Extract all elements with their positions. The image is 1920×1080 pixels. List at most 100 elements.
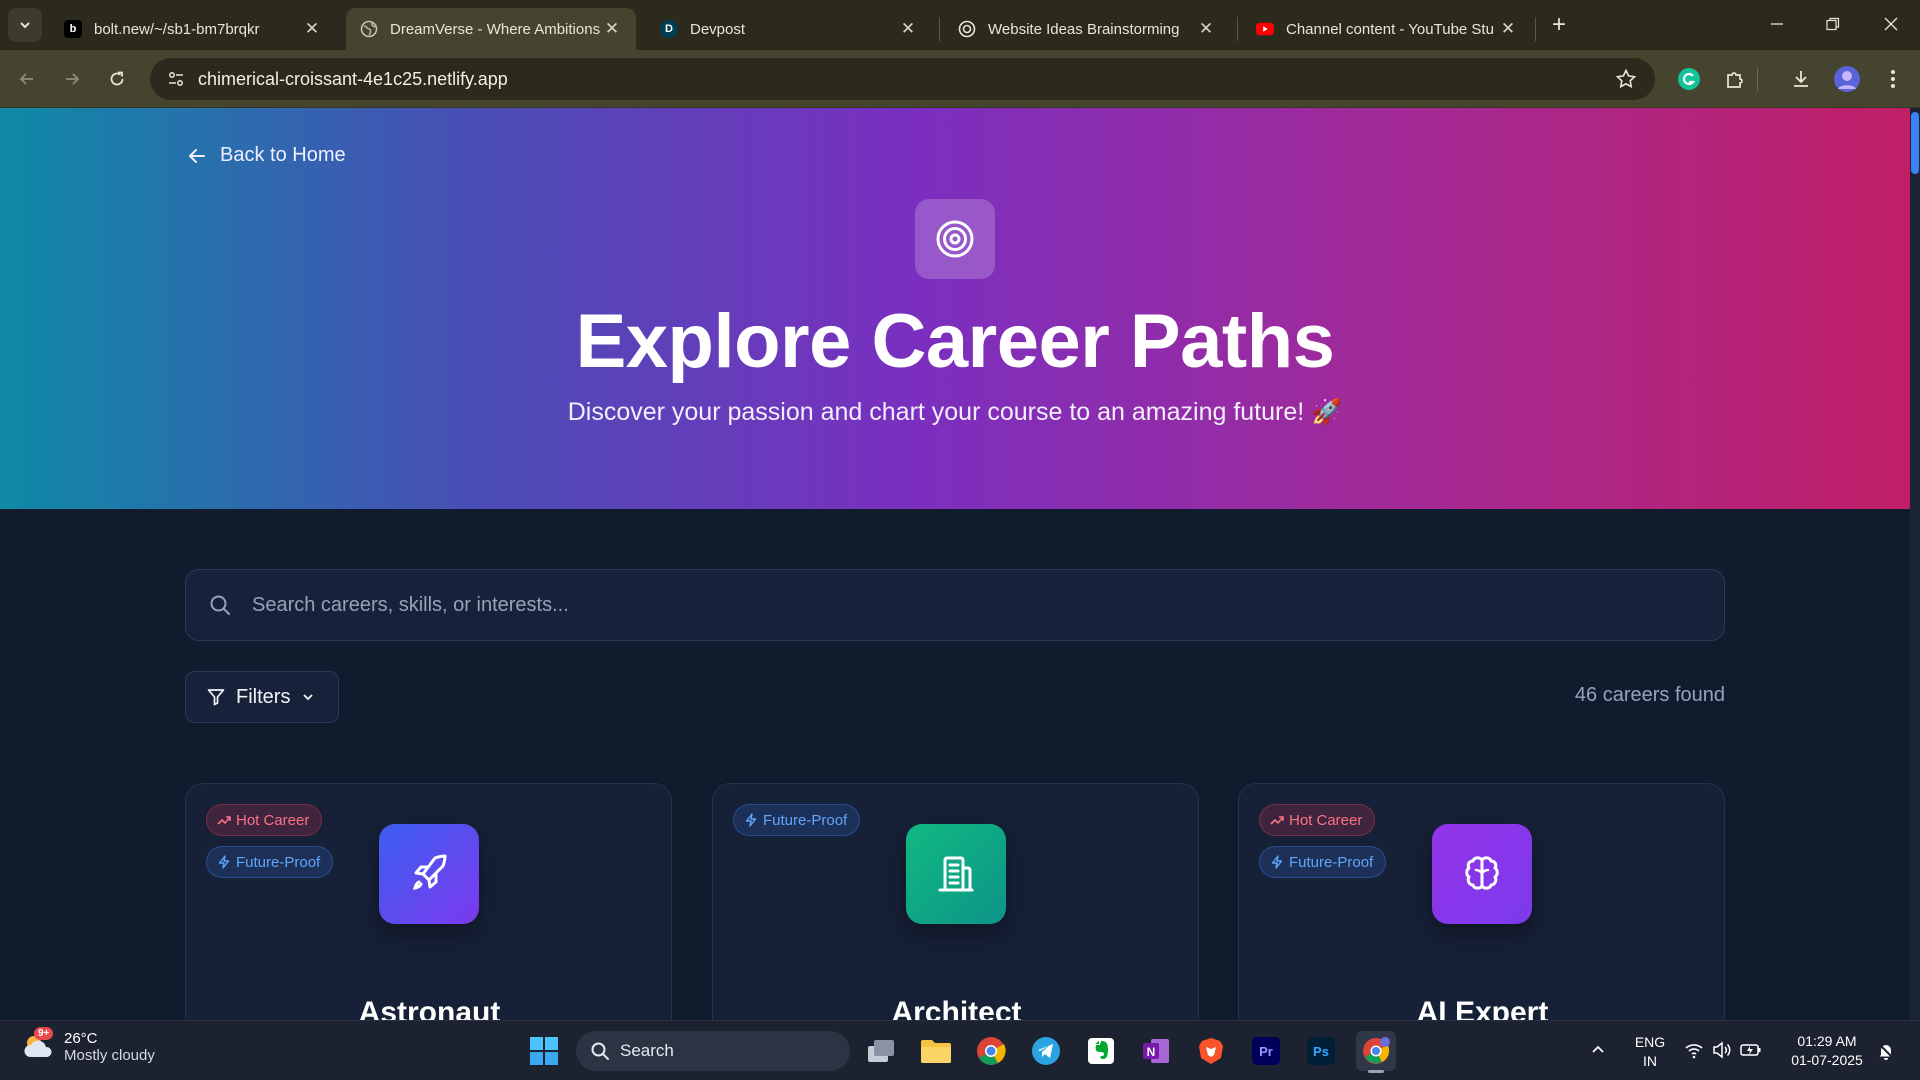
page-scrollbar[interactable] xyxy=(1910,108,1920,1020)
weather-cloud-icon: 9+ xyxy=(20,1027,56,1065)
address-bar[interactable]: chimerical-croissant-4e1c25.netlify.app xyxy=(150,58,1655,100)
search-icon xyxy=(591,1042,609,1060)
profile-avatar[interactable] xyxy=(1830,62,1864,96)
close-window-button[interactable] xyxy=(1868,6,1914,42)
career-card-ai-expert[interactable]: Hot Career Future-Proof AI Expert xyxy=(1238,783,1725,1020)
tab-title: Devpost xyxy=(690,20,746,38)
badge-label: Future-Proof xyxy=(236,853,321,871)
new-tab-button[interactable]: + xyxy=(1544,10,1574,40)
chevron-up-icon xyxy=(1592,1045,1604,1053)
browser-toolbar: chimerical-croissant-4e1c25.netlify.app xyxy=(0,50,1920,108)
grammarly-extension-icon[interactable] xyxy=(1672,62,1706,96)
weather-condition: Mostly cloudy xyxy=(64,1047,155,1064)
extensions-puzzle-icon[interactable] xyxy=(1718,62,1752,96)
weather-temperature: 26°C xyxy=(64,1030,98,1047)
tab-title: bolt.new/~/sb1-bm7brqkr xyxy=(94,20,260,38)
tab-youtube-studio[interactable]: Channel content - YouTube Stu ✕ xyxy=(1242,8,1532,50)
tab-search-button[interactable] xyxy=(8,8,42,42)
hot-career-badge: Hot Career xyxy=(206,804,323,836)
page-viewport: Back to Home Explore Career Paths Discov… xyxy=(0,108,1910,1020)
chevron-down-icon xyxy=(20,22,30,29)
weather-widget[interactable]: 9+ 26°C Mostly cloudy xyxy=(20,1027,155,1065)
badge-label: Hot Career xyxy=(236,811,310,829)
bolt-icon: b xyxy=(64,20,82,38)
restore-button[interactable] xyxy=(1810,6,1856,42)
future-proof-badge: Future-Proof xyxy=(1259,846,1387,878)
evernote-icon[interactable] xyxy=(1081,1031,1121,1071)
photoshop-icon[interactable]: Ps xyxy=(1301,1031,1341,1071)
clock[interactable]: 01:29 AM 01-07-2025 xyxy=(1782,1032,1872,1070)
trending-up-icon xyxy=(217,816,231,825)
notification-bell-icon[interactable] xyxy=(1876,1041,1896,1066)
chevron-down-icon xyxy=(303,694,314,701)
svg-text:Ps: Ps xyxy=(1313,1044,1329,1059)
close-tab-icon[interactable]: ✕ xyxy=(1498,19,1518,39)
career-card-architect[interactable]: Future-Proof Architect xyxy=(712,783,1199,1020)
clock-date: 01-07-2025 xyxy=(1791,1052,1863,1068)
back-button[interactable] xyxy=(10,62,44,96)
close-tab-icon[interactable]: ✕ xyxy=(1196,19,1216,39)
file-explorer-icon[interactable] xyxy=(916,1031,956,1071)
tab-bolt[interactable]: b bolt.new/~/sb1-bm7brqkr ✕ xyxy=(50,8,336,50)
site-info-icon[interactable] xyxy=(156,70,196,88)
career-name: Architect xyxy=(891,996,1022,1020)
premiere-pro-icon[interactable]: Pr xyxy=(1246,1031,1286,1071)
arrow-left-icon xyxy=(189,148,205,163)
task-view-icon[interactable] xyxy=(861,1031,901,1071)
filters-label: Filters xyxy=(236,685,291,708)
wifi-icon xyxy=(1685,1044,1703,1059)
chrome-icon[interactable] xyxy=(971,1031,1011,1071)
back-to-home-link[interactable]: Back to Home xyxy=(186,144,346,167)
career-search-input[interactable] xyxy=(252,593,1652,617)
chrome-profile-icon[interactable] xyxy=(1356,1031,1396,1073)
start-button[interactable] xyxy=(524,1031,564,1071)
weather-badge: 9+ xyxy=(34,1027,54,1040)
battery-charging-icon xyxy=(1740,1044,1761,1056)
show-hidden-icons-button[interactable] xyxy=(1590,1041,1606,1062)
career-search-bar[interactable] xyxy=(185,569,1725,641)
toolbar-divider xyxy=(1752,62,1762,96)
active-app-indicator xyxy=(1368,1070,1384,1073)
close-tab-icon[interactable]: ✕ xyxy=(898,19,918,39)
tab-dreamverse[interactable]: DreamVerse - Where Ambitions ✕ xyxy=(346,8,636,50)
page-title: Explore Career Paths xyxy=(575,299,1335,384)
hot-career-badge: Hot Career xyxy=(1259,804,1376,836)
language-indicator[interactable]: ENG IN xyxy=(1630,1033,1670,1071)
network-volume-battery[interactable] xyxy=(1684,1041,1762,1059)
taskbar-search-label: Search xyxy=(620,1041,674,1060)
career-card-astronaut[interactable]: Hot Career Future-Proof Astronaut xyxy=(185,783,672,1020)
forward-button[interactable] xyxy=(55,62,89,96)
telegram-icon[interactable] xyxy=(1026,1031,1066,1071)
reload-button[interactable] xyxy=(100,62,134,96)
future-proof-badge: Future-Proof xyxy=(733,804,861,836)
tab-divider xyxy=(1237,17,1238,41)
taskbar-search[interactable]: Search xyxy=(576,1031,850,1071)
lightning-icon xyxy=(745,813,757,827)
scrollbar-thumb[interactable] xyxy=(1911,112,1919,174)
minimize-button[interactable] xyxy=(1754,6,1800,42)
tab-devpost[interactable]: D Devpost ✕ xyxy=(646,8,932,50)
filters-button[interactable]: Filters xyxy=(185,671,339,723)
minimize-icon xyxy=(1771,23,1783,25)
onenote-icon[interactable]: N xyxy=(1136,1031,1176,1071)
career-name: Astronaut xyxy=(358,996,501,1020)
results-count: 46 careers found xyxy=(1574,684,1725,706)
url-text: chimerical-croissant-4e1c25.netlify.app xyxy=(198,68,508,89)
tab-website-ideas[interactable]: Website Ideas Brainstorming ✕ xyxy=(944,8,1230,50)
bookmark-star-icon[interactable] xyxy=(1615,68,1637,95)
building-icon xyxy=(906,824,1006,924)
brave-icon[interactable] xyxy=(1191,1031,1231,1071)
close-tab-icon[interactable]: ✕ xyxy=(602,19,622,39)
badge-label: Future-Proof xyxy=(763,811,848,829)
rocket-icon xyxy=(379,824,479,924)
reload-icon xyxy=(110,71,124,86)
brain-icon xyxy=(1432,824,1532,924)
page-subtitle: Discover your passion and chart your cou… xyxy=(567,398,1343,426)
volume-icon xyxy=(1713,1041,1731,1059)
close-tab-icon[interactable]: ✕ xyxy=(302,19,322,39)
badge-label: Hot Career xyxy=(1289,811,1363,829)
browser-menu-icon[interactable] xyxy=(1876,62,1910,96)
downloads-icon[interactable] xyxy=(1784,62,1818,96)
devpost-icon: D xyxy=(660,20,678,38)
browser-tab-bar: b bolt.new/~/sb1-bm7brqkr ✕ DreamVerse -… xyxy=(0,0,1920,50)
